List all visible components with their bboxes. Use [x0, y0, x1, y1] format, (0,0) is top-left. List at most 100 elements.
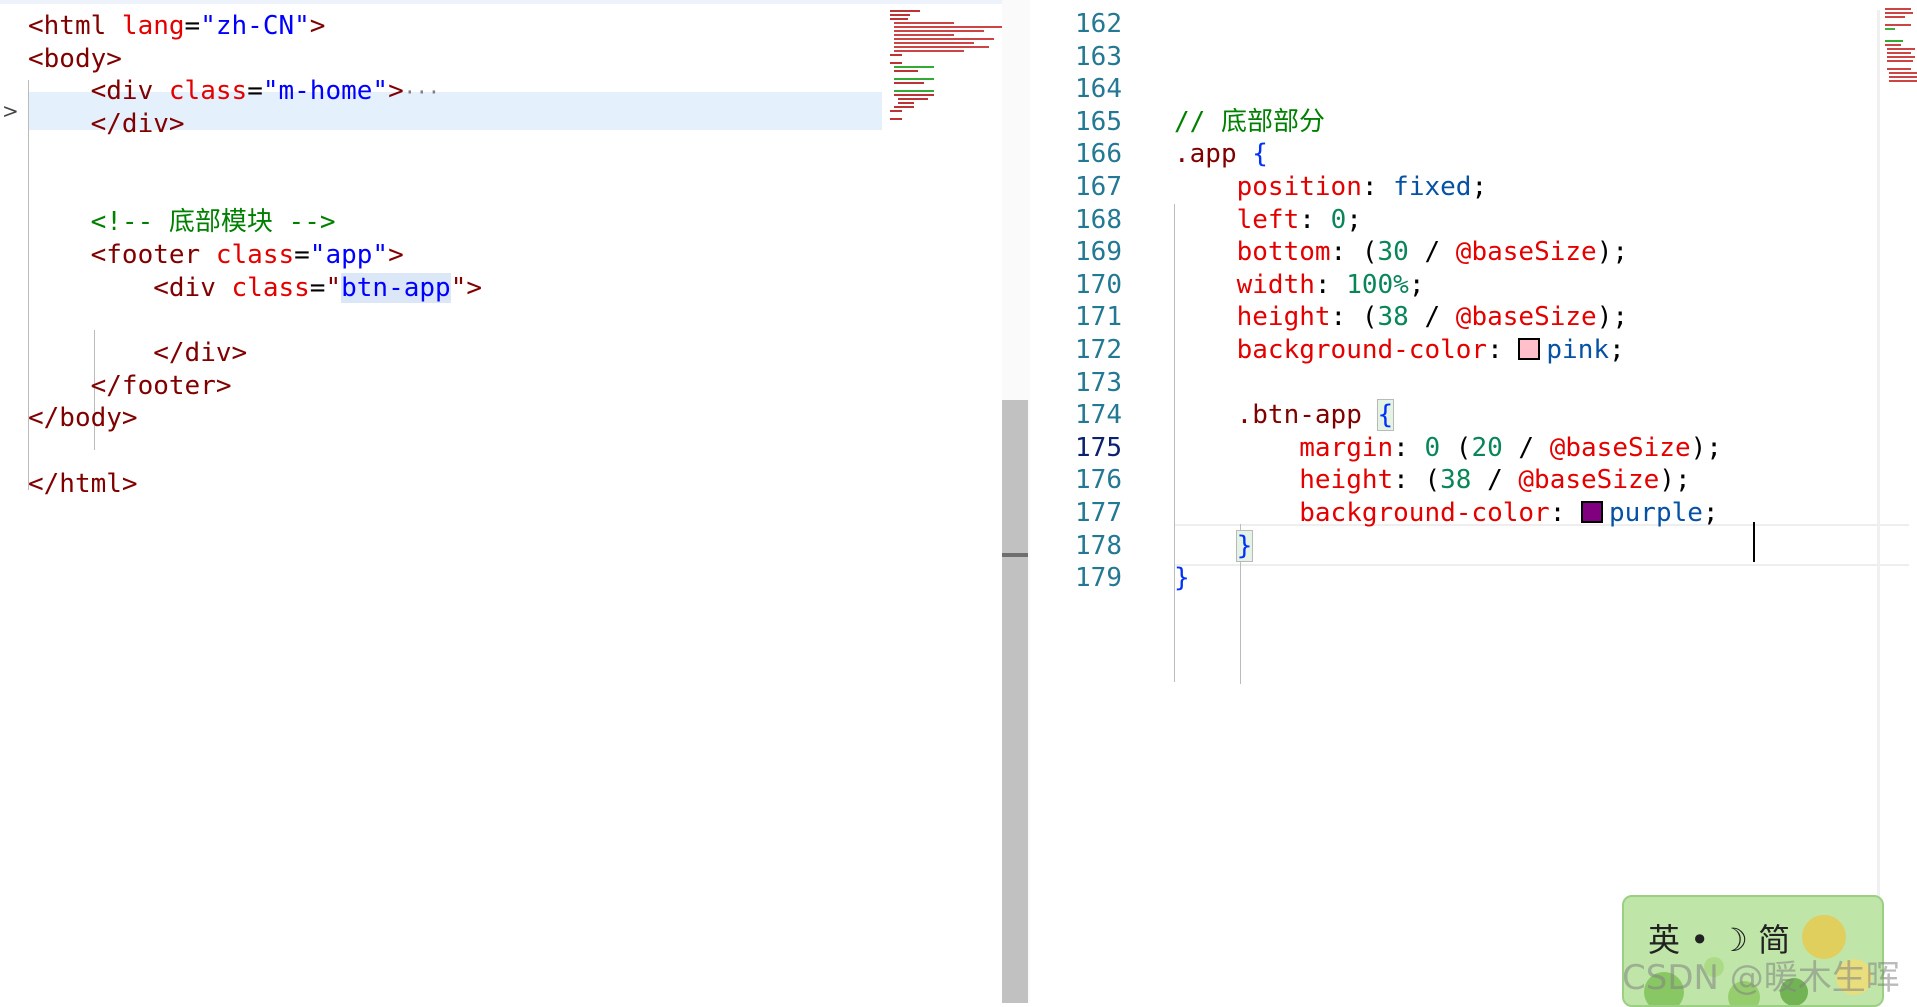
code-token: "zh-CN" [200, 11, 310, 41]
minimap-line [1889, 76, 1917, 78]
minimap[interactable] [890, 10, 1002, 160]
minimap-line [890, 18, 908, 20]
code-token: margin [1299, 432, 1394, 463]
code-token: = [294, 239, 310, 270]
code-token: background-color [1236, 335, 1488, 365]
code-token: </div> [90, 109, 185, 140]
minimap-line [1885, 24, 1911, 26]
text-caret [1753, 522, 1755, 562]
code-token: ; [1471, 172, 1488, 202]
code-token: / [1502, 432, 1550, 463]
code-token: 0 [1330, 204, 1347, 235]
code-token: : [1361, 172, 1394, 202]
minimap-line [1887, 68, 1911, 70]
code-line[interactable]: } [1174, 558, 1917, 598]
code-token: <!-- 底部模块 --> [90, 207, 336, 238]
minimap-line [894, 78, 934, 80]
code-token: class [231, 272, 310, 303]
code-token: @baseSize [1518, 465, 1660, 496]
minimap-line [1887, 60, 1913, 62]
code-token: 0 [1424, 432, 1441, 463]
code-token: btn-app [341, 272, 451, 303]
code-token: ; [1346, 204, 1362, 235]
minimap-line [1887, 48, 1915, 50]
code-token: height [1236, 302, 1331, 333]
code-token: : ( [1393, 465, 1441, 496]
code-token: width [1236, 269, 1315, 300]
code-line[interactable]: </html> [28, 464, 1002, 504]
vertical-scrollbar[interactable] [1877, 10, 1880, 1003]
minimap-line [894, 106, 914, 108]
code-token: @baseSize [1455, 302, 1597, 333]
minimap-line [890, 110, 902, 112]
code-token: @baseSize [1549, 432, 1691, 463]
vertical-scrollbar[interactable] [1002, 400, 1028, 1003]
code-token: 20 [1471, 432, 1503, 463]
minimap-line [890, 118, 902, 120]
code-token: > [309, 11, 326, 41]
less-editor-pane[interactable]: 162 163 164 165// 底部部分 166 .app {167 position… [1030, 0, 1917, 1003]
code-token: .btn-app [1236, 400, 1378, 431]
code-token: .app [1174, 139, 1253, 170]
minimap-line [894, 34, 954, 36]
code-token: > [388, 239, 404, 270]
code-token: = [184, 11, 201, 41]
minimap-line [1885, 40, 1903, 42]
minimap-line [894, 82, 924, 84]
code-token: </html> [28, 468, 138, 499]
minimap-line [894, 30, 984, 32]
minimap-line [894, 22, 954, 24]
code-token: ); [1596, 302, 1628, 333]
code-token: </body> [28, 403, 138, 434]
minimap-line [894, 66, 934, 68]
minimap-line [894, 42, 974, 44]
code-token: position [1236, 172, 1362, 202]
code-token: </div> [153, 338, 248, 368]
minimap-line [894, 38, 994, 40]
code-token: : ( [1330, 237, 1378, 268]
minimap-line [894, 46, 989, 48]
code-token: <footer [90, 239, 216, 270]
code-token: " [325, 272, 342, 303]
code-token: class [168, 76, 248, 107]
minimap[interactable] [1885, 8, 1917, 148]
minimap-line [898, 102, 914, 104]
color-swatch-icon[interactable] [1581, 501, 1603, 523]
scrollbar-thumb[interactable] [1002, 553, 1028, 557]
code-token: / [1471, 465, 1519, 496]
minimap-line [1885, 8, 1911, 10]
minimap-line [890, 10, 920, 12]
color-swatch-icon[interactable] [1518, 338, 1541, 360]
folded-region-ellipsis[interactable]: ··· [404, 80, 440, 104]
code-token: <div [90, 76, 169, 107]
minimap-line [894, 26, 1002, 28]
code-token: : [1549, 498, 1581, 528]
code-token: 38 [1377, 302, 1409, 333]
code-token: lang [121, 11, 185, 41]
minimap-line [894, 90, 934, 92]
code-token: { [1376, 399, 1395, 432]
minimap-line [890, 62, 902, 64]
code-token: ; [1408, 269, 1425, 300]
code-token: : [1314, 269, 1347, 300]
code-token: > [388, 76, 404, 107]
code-token: @baseSize [1455, 237, 1597, 268]
code-token: purple [1609, 498, 1703, 528]
code-token: bottom [1236, 237, 1331, 268]
code-token: left [1236, 204, 1300, 235]
line-number: 179 [1075, 563, 1122, 594]
code-token: : [1299, 204, 1331, 235]
code-token: 30 [1377, 237, 1409, 268]
code-token: = [309, 272, 326, 303]
minimap-line [890, 54, 902, 56]
code-token: <div [153, 272, 232, 303]
code-token: : ( [1330, 302, 1378, 333]
minimap-line [1885, 44, 1901, 46]
code-token: class [215, 239, 295, 270]
minimap-line [1885, 28, 1895, 30]
minimap-line [890, 14, 910, 16]
html-editor-pane[interactable]: > <html lang="zh-CN"> <body> <div class="… [0, 0, 1002, 1003]
code-token: fixed [1393, 172, 1472, 202]
chevron-right-icon[interactable]: > [2, 99, 19, 123]
code-token: pink [1546, 335, 1610, 365]
